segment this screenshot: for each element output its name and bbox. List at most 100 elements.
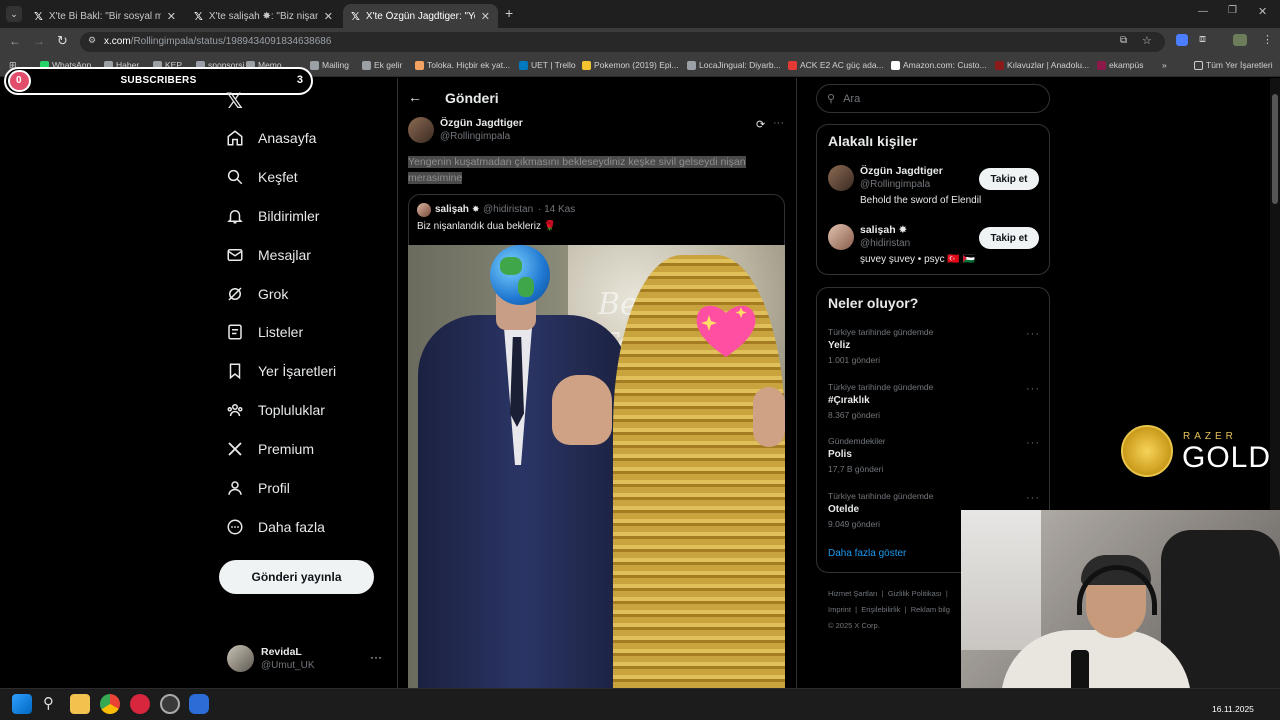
window-close-icon[interactable]: ✕ (1258, 5, 1267, 18)
related-avatar[interactable] (828, 165, 854, 191)
back-arrow-icon[interactable]: ← (9, 34, 21, 48)
nav-item-8[interactable]: Premium (226, 440, 314, 458)
x-logo[interactable]: 𝕏 (226, 89, 243, 114)
bookmark-item[interactable]: Toloka. Hiçbir ek yat... (415, 60, 510, 70)
footer-imprint[interactable]: Imprint (828, 605, 851, 614)
profile-avatar[interactable] (1233, 34, 1247, 46)
tab-3-active[interactable]: 𝕏 X'te Özgün Jagdtiger: "Yengenin ✕ (343, 4, 498, 28)
post-author-name[interactable]: Özgün Jagdtiger (440, 117, 523, 129)
nav-item-0[interactable]: Anasayfa (226, 129, 316, 147)
nav-item-9[interactable]: Profil (226, 479, 290, 497)
footer-ads[interactable]: Reklam bilg (911, 605, 950, 614)
nav-item-2[interactable]: Bildirimler (226, 207, 319, 225)
all-bookmarks[interactable]: Tüm Yer İşaretleri (1194, 60, 1273, 70)
close-icon[interactable]: ✕ (324, 10, 333, 23)
all-bookmarks-label: Tüm Yer İşaretleri (1206, 60, 1273, 70)
bookmarks-more[interactable]: » (1162, 60, 1167, 70)
nav-item-6[interactable]: Yer İşaretleri (226, 362, 336, 380)
follow-button[interactable]: Takip et (979, 168, 1039, 190)
trend-name[interactable]: Yeliz (828, 340, 850, 351)
nav-item-3[interactable]: Mesajlar (226, 246, 311, 264)
account-avatar[interactable] (227, 645, 254, 672)
follow-button[interactable]: Takip et (979, 227, 1039, 249)
quote-author-avatar[interactable] (417, 203, 431, 217)
post-photo[interactable]: Be Togethe (408, 245, 785, 688)
trend-menu-icon[interactable]: ··· (1026, 383, 1040, 395)
tab-search-button[interactable]: ⌄ (6, 6, 22, 22)
back-arrow-icon[interactable]: ← (408, 89, 422, 105)
nav-item-5[interactable]: Listeler (226, 323, 303, 341)
bookmark-favicon-icon (582, 60, 591, 70)
window-restore-icon[interactable]: ❐ (1228, 5, 1237, 16)
account-name[interactable]: RevidaL (261, 646, 302, 658)
webcam-window (961, 510, 1041, 650)
opera-icon[interactable] (130, 694, 150, 714)
footer-accessibility[interactable]: Erişilebilirlik (861, 605, 900, 614)
trend-menu-icon[interactable]: ··· (1026, 437, 1040, 449)
post-author-handle[interactable]: @Rollingimpala (440, 131, 510, 142)
trend-menu-icon[interactable]: ··· (1026, 492, 1040, 504)
post-menu-icon[interactable]: ··· (773, 117, 784, 129)
bookmark-item[interactable]: LocaJingual: Diyarb... (687, 60, 781, 70)
file-explorer-icon[interactable] (70, 694, 90, 714)
bookmark-item[interactable]: ACK E2 AC güç ada... (788, 60, 884, 70)
site-info-icon[interactable]: ⚙ (88, 35, 96, 46)
nav-item-4[interactable]: Grok (226, 285, 288, 303)
forward-arrow-icon[interactable]: → (33, 34, 45, 48)
bookmark-item[interactable]: Kılavuzlar | Anadolu... (995, 60, 1089, 70)
trends-show-more[interactable]: Daha fazla göster (828, 548, 906, 559)
related-avatar[interactable] (828, 224, 854, 250)
window-minimize-icon[interactable]: — (1198, 6, 1208, 17)
bookmark-item[interactable]: ekampüs (1097, 60, 1144, 70)
tab-2[interactable]: 𝕏 X'te salişah ✸: "Biz nişanlandık ✕ (186, 4, 341, 28)
tab-1[interactable]: 𝕏 X'te Bi Bakl: "Bir sosyal medya ✕ (26, 4, 184, 28)
trend-menu-icon[interactable]: ··· (1026, 328, 1040, 340)
browser-menu-icon[interactable]: ⋮ (1262, 33, 1273, 46)
trend-name[interactable]: Otelde (828, 504, 859, 515)
footer-privacy[interactable]: Gizlilik Politikası (888, 589, 942, 598)
bookmark-label: Pokemon (2019) Epi... (594, 60, 679, 70)
close-icon[interactable]: ✕ (481, 10, 490, 23)
close-icon[interactable]: ✕ (167, 10, 176, 23)
windows-start-icon[interactable] (12, 694, 32, 714)
steam-icon[interactable] (160, 694, 180, 714)
bookmark-item[interactable]: Ek gelir (362, 60, 402, 70)
related-handle[interactable]: @Rollingimpala (860, 179, 930, 190)
star-icon[interactable]: ☆ (1142, 34, 1152, 47)
trend-name[interactable]: Polis (828, 449, 852, 460)
bookmark-item[interactable]: UET | Trello (519, 60, 576, 70)
grok-icon[interactable]: ⟳ (756, 118, 765, 131)
quote-author-handle[interactable]: @hidiristan (483, 204, 533, 215)
bookmark-item[interactable]: Mailing (310, 60, 349, 70)
trend-name[interactable]: #Çıraklık (828, 395, 870, 406)
account-handle: @Umut_UK (261, 660, 315, 671)
install-app-icon[interactable]: ⧉ (1120, 35, 1127, 46)
home-icon (226, 129, 244, 147)
puzzle-icon[interactable]: ⧈ (1199, 33, 1206, 46)
account-menu-icon[interactable]: ··· (370, 650, 382, 664)
quote-author-name[interactable]: salişah (435, 204, 469, 215)
nav-item-7[interactable]: Topluluklar (226, 401, 325, 419)
new-tab-button[interactable]: + (505, 5, 513, 21)
scrollbar-thumb[interactable] (1272, 94, 1278, 204)
bookmark-favicon-icon (362, 60, 371, 70)
chrome-icon[interactable] (100, 694, 120, 714)
related-name[interactable]: salişah ✸ (860, 224, 907, 236)
bookmark-item[interactable]: Pokemon (2019) Epi... (582, 60, 679, 70)
nav-item-1[interactable]: Keşfet (226, 168, 298, 186)
active-app-icon[interactable] (189, 694, 209, 714)
bookmark-item[interactable]: Amazon.com: Custo... (891, 60, 987, 70)
post-button[interactable]: Gönderi yayınla (219, 560, 374, 594)
search-box[interactable]: ⚲ Ara (816, 84, 1050, 113)
address-bar[interactable]: ⚙ x.com/Rollingimpala/status/19894340918… (80, 32, 1165, 52)
related-handle[interactable]: @hidiristan (860, 238, 910, 249)
reload-icon[interactable]: ↻ (57, 33, 68, 49)
footer-terms[interactable]: Hizmet Şartları (828, 589, 878, 598)
nav-item-10[interactable]: Daha fazla (226, 518, 325, 536)
x-logo-icon (226, 440, 244, 458)
post-author-avatar[interactable] (408, 117, 434, 143)
taskbar-search-icon[interactable]: ⚲ (43, 694, 54, 712)
related-name[interactable]: Özgün Jagdtiger (860, 165, 943, 177)
extension-icon[interactable] (1176, 34, 1188, 46)
grok-icon (226, 285, 244, 303)
